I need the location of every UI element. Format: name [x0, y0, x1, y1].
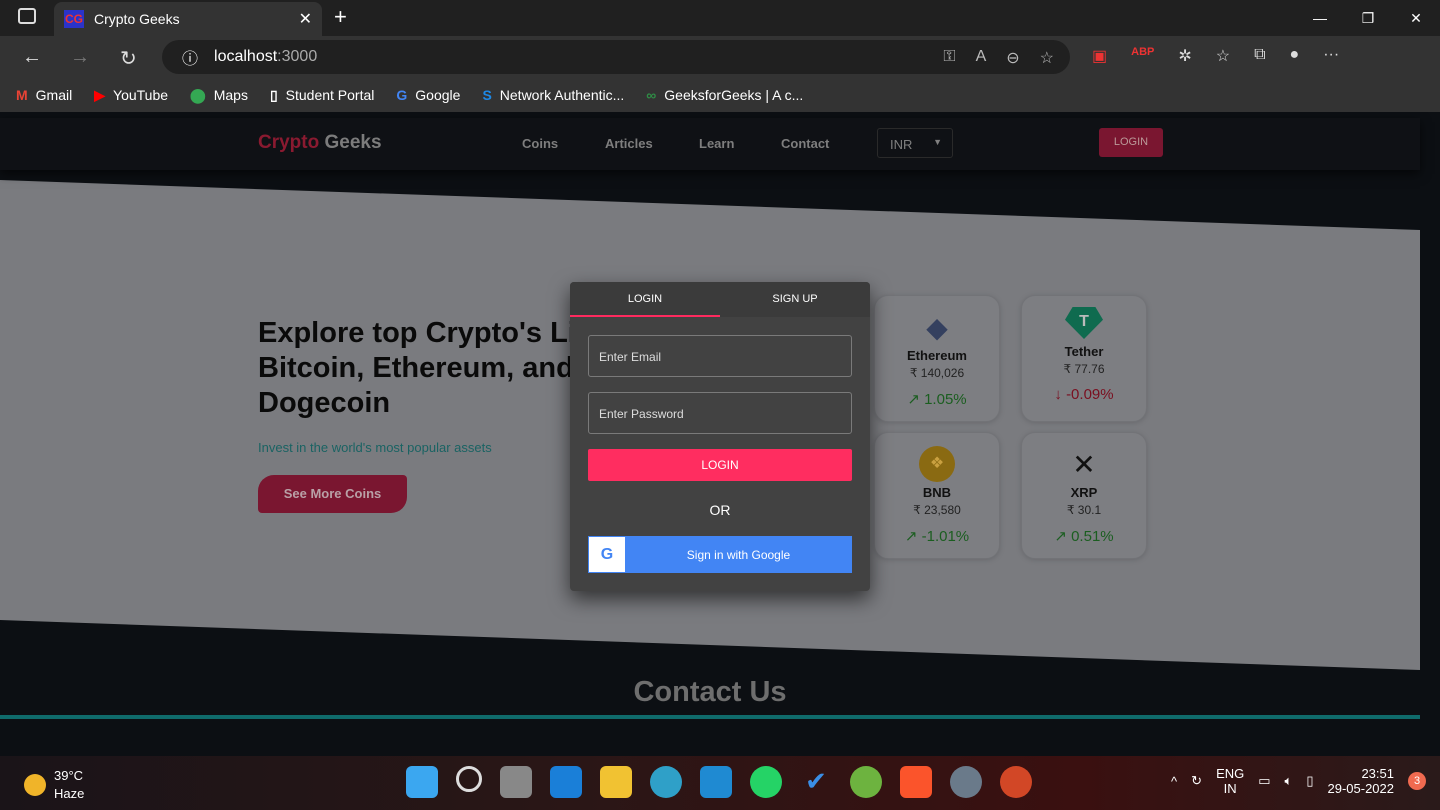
weather-widget[interactable]: 39°C Haze: [24, 768, 84, 801]
bookmarks-bar: M Gmail ▶ YouTube ⬤ Maps ▯ Student Portal GG…: [0, 78, 1440, 112]
todo-icon[interactable]: ✔: [800, 766, 832, 798]
zoom-out-icon[interactable]: ⊖: [1006, 48, 1019, 68]
bookmark-google[interactable]: G Google: [396, 87, 460, 103]
new-tab-icon[interactable]: +: [334, 4, 347, 30]
vscode-icon[interactable]: [700, 766, 732, 798]
favorites-icon[interactable]: ☆: [1216, 46, 1230, 66]
coin-card-tether[interactable]: T Tether ₹ 77.76 ↓ -0.09%: [1021, 295, 1147, 422]
start-icon[interactable]: [406, 766, 438, 798]
mail-icon[interactable]: [550, 766, 582, 798]
or-divider: OR: [709, 502, 731, 518]
chevron-up-icon[interactable]: ^: [1171, 774, 1177, 789]
info-icon[interactable]: ⓘ: [182, 45, 198, 69]
auth-modal: LOGIN SIGN UP Enter Email Enter Password …: [570, 282, 870, 591]
sync-icon[interactable]: ↻: [1191, 773, 1202, 789]
arrow-up-icon: ↗: [907, 391, 920, 408]
browser-tabbar: CG Crypto Geeks ✕ + — ❐ ✕: [0, 0, 1440, 36]
settings-icon[interactable]: [950, 766, 982, 798]
bookmark-maps[interactable]: ⬤ Maps: [190, 87, 248, 104]
contact-title: Contact Us: [633, 676, 787, 708]
bookmark-gmail[interactable]: M Gmail: [16, 87, 72, 103]
url-input[interactable]: ⓘ localhost:3000 ⚿ A ⊖ ☆: [162, 40, 1070, 74]
url-port: :3000: [277, 48, 318, 65]
caret-down-icon: ▼: [933, 137, 942, 147]
url-host: localhost: [214, 48, 278, 65]
bookmark-youtube[interactable]: ▶ YouTube: [94, 87, 168, 104]
task-view-icon[interactable]: [500, 766, 532, 798]
nav-articles[interactable]: Articles: [605, 136, 653, 151]
file-explorer-icon[interactable]: [600, 766, 632, 798]
login-button[interactable]: LOGIN: [588, 449, 852, 481]
bookmark-student-portal[interactable]: ▯ Student Portal: [270, 87, 374, 104]
coin-card-bnb[interactable]: ❖ BNB ₹ 23,580 ↗ -1.01%: [874, 432, 1000, 559]
see-more-coins-button[interactable]: See More Coins: [258, 475, 407, 513]
edge-icon[interactable]: [650, 766, 682, 798]
arrow-down-icon: ↓: [1054, 386, 1062, 403]
search-icon[interactable]: [456, 766, 482, 792]
address-bar-row: ← → ↻ ⓘ localhost:3000 ⚿ A ⊖ ☆ ▣ ABP ✲ ☆ ⧉ ● ···: [0, 36, 1440, 78]
collections-icon[interactable]: ⧉: [1254, 46, 1265, 66]
tab-login[interactable]: LOGIN: [570, 282, 720, 317]
hero-title: Explore top Crypto's Like Bitcoin, Ether…: [258, 317, 588, 419]
maximize-icon[interactable]: ❐: [1344, 0, 1392, 36]
scrollbar[interactable]: [1420, 112, 1440, 756]
ethereum-icon: ◆: [926, 311, 948, 343]
divider: [0, 715, 1420, 719]
arrow-up-icon: ↗: [1054, 528, 1067, 545]
key-icon[interactable]: ⚿: [943, 48, 955, 68]
close-window-icon[interactable]: ✕: [1392, 0, 1440, 36]
spring-icon[interactable]: [850, 766, 882, 798]
site-logo[interactable]: Crypto Geeks: [258, 132, 382, 154]
network-icon[interactable]: ▭: [1258, 773, 1270, 789]
minimize-icon[interactable]: —: [1296, 0, 1344, 36]
coin-card-ethereum[interactable]: ◆ Ethereum ₹ 140,026 ↗ 1.05%: [874, 295, 1000, 422]
more-icon[interactable]: ···: [1323, 46, 1339, 66]
volume-icon[interactable]: 🔈︎: [1285, 773, 1293, 789]
tab-title: Crypto Geeks: [94, 11, 180, 27]
favorite-add-icon[interactable]: ☆: [1040, 48, 1054, 68]
reload-icon[interactable]: ↻: [120, 46, 137, 71]
header-login-button[interactable]: LOGIN: [1099, 128, 1163, 157]
extension-icon[interactable]: ▣: [1092, 46, 1107, 66]
extensions-icon[interactable]: ✲: [1178, 46, 1191, 66]
hero-subtitle: Invest in the world's most popular asset…: [258, 440, 492, 455]
nav-coins[interactable]: Coins: [522, 136, 558, 151]
language-indicator[interactable]: ENG IN: [1216, 766, 1244, 796]
currency-select[interactable]: INR ▼: [877, 128, 953, 158]
bookmark-gfg[interactable]: ∞ GeeksforGeeks | A c...: [646, 87, 803, 103]
arrow-up-icon: ↗: [904, 528, 918, 545]
google-icon: G: [589, 537, 625, 572]
brave-icon[interactable]: [900, 766, 932, 798]
tether-icon: T: [1065, 307, 1103, 339]
site-header: Crypto Geeks Coins Articles Learn Contac…: [0, 118, 1420, 170]
xrp-icon: ✕: [1072, 448, 1096, 480]
tab-signup[interactable]: SIGN UP: [720, 282, 870, 317]
adblock-icon[interactable]: ABP: [1131, 46, 1154, 66]
favicon: CG: [64, 10, 84, 28]
read-aloud-icon[interactable]: A: [976, 48, 987, 68]
clock[interactable]: 23:51 29-05-2022: [1328, 766, 1395, 796]
bnb-icon: ❖: [919, 446, 955, 482]
bookmark-network[interactable]: S Network Authentic...: [482, 87, 624, 103]
nav-learn[interactable]: Learn: [699, 136, 734, 151]
google-signin-button[interactable]: G Sign in with Google: [588, 536, 852, 573]
profile-avatar[interactable]: ●: [1290, 46, 1300, 66]
email-field[interactable]: Enter Email: [588, 335, 852, 377]
password-field[interactable]: Enter Password: [588, 392, 852, 434]
forward-icon[interactable]: →: [70, 46, 90, 69]
whatsapp-icon[interactable]: [750, 766, 782, 798]
browser-tab[interactable]: CG Crypto Geeks ✕: [54, 2, 322, 36]
tab-actions-icon[interactable]: [18, 8, 36, 24]
sun-icon: [24, 773, 46, 796]
back-icon[interactable]: ←: [22, 46, 42, 69]
close-tab-icon[interactable]: ✕: [299, 9, 312, 29]
nav-contact[interactable]: Contact: [781, 136, 829, 151]
notification-badge[interactable]: 3: [1408, 772, 1426, 790]
taskbar: 39°C Haze ✔ ^ ↻ ENG IN ▭ 🔈︎ ▯ 23:51 29-05-2…: [0, 756, 1440, 810]
battery-icon[interactable]: ▯: [1306, 773, 1313, 789]
coin-card-xrp[interactable]: ✕ XRP ₹ 30.1 ↗ 0.51%: [1021, 432, 1147, 559]
powerpoint-icon[interactable]: [1000, 766, 1032, 798]
